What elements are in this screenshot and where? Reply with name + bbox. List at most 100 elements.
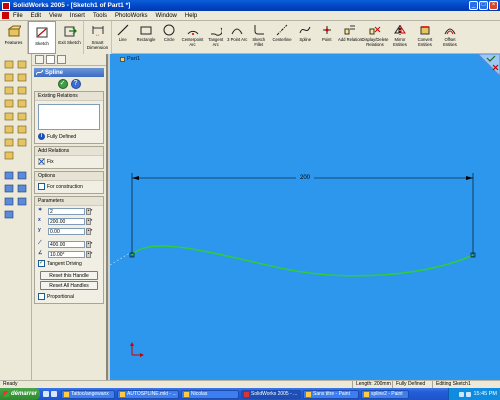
quick-launch-icon[interactable] bbox=[43, 391, 49, 397]
display-relations-tool[interactable]: Display/Delete Relations bbox=[361, 21, 389, 54]
fix-anchor-icon bbox=[38, 158, 45, 165]
sketch-fillet-tool[interactable]: Sketch Fillet bbox=[248, 21, 270, 54]
left-toolbar-icons[interactable] bbox=[0, 54, 32, 380]
sketch-tab[interactable]: Sketch bbox=[28, 21, 56, 54]
options-title: Options bbox=[35, 172, 103, 181]
graphics-viewport[interactable]: Part1 200 bbox=[110, 54, 500, 380]
start-button[interactable]: démarrer bbox=[0, 388, 40, 400]
proportional-option[interactable]: Proportional bbox=[35, 291, 103, 303]
menu-photoworks[interactable]: PhotoWorks bbox=[115, 13, 148, 19]
display-relations-label: Display/Delete Relations bbox=[361, 37, 389, 47]
document-menu-icon[interactable] bbox=[2, 12, 9, 19]
sketch-canvas[interactable] bbox=[110, 54, 500, 380]
sketch-toolbar: Line Rectangle Circle Centerpoint Arc Ta… bbox=[112, 21, 500, 54]
convert-entities-tool[interactable]: Convert Entities bbox=[413, 21, 438, 54]
title-bar: SolidWorks 2005 - [Sketch1 of Part1 *] _… bbox=[0, 0, 500, 11]
spline-tool[interactable]: Spline bbox=[295, 21, 317, 54]
command-manager: Features Sketch Exit Sketch ↔ Smart Dime… bbox=[0, 21, 112, 54]
configuration-tab-icon[interactable] bbox=[57, 55, 66, 64]
ok-check-button[interactable]: ✓ bbox=[57, 79, 68, 89]
tangent-arc-icon bbox=[210, 24, 222, 36]
taskbar-button-label: spline2 - Paint bbox=[371, 391, 403, 397]
sketch-icon bbox=[35, 25, 49, 39]
tangent-angle-field[interactable]: 10.00° bbox=[48, 250, 85, 258]
spinner-control[interactable]: ▲▼ bbox=[86, 217, 93, 225]
minimize-button[interactable]: _ bbox=[469, 1, 478, 10]
three-point-arc-icon bbox=[231, 24, 243, 36]
tangent-arc-tool[interactable]: Tangent Arc bbox=[205, 21, 227, 54]
taskbar-button[interactable]: Nicolas bbox=[181, 389, 239, 399]
spinner-control[interactable]: ▲▼ bbox=[86, 250, 93, 258]
y-coordinate-field[interactable]: 0.00 bbox=[48, 227, 85, 235]
parameters-group: Parameters ✶ 2 ▲▼ x 200.00 ▲▼ y 0.00 ▲▼ … bbox=[34, 196, 104, 304]
centerline-tool[interactable]: Centerline bbox=[270, 21, 295, 54]
quick-launch-icon[interactable] bbox=[51, 391, 57, 397]
tangent-arc-label: Tangent Arc bbox=[208, 37, 224, 47]
circle-tool[interactable]: Circle bbox=[159, 21, 181, 54]
menu-file[interactable]: File bbox=[13, 13, 23, 19]
centerpoint-arc-tool[interactable]: Centerpoint Arc bbox=[180, 21, 205, 54]
add-relation-tool[interactable]: Add Relation bbox=[338, 21, 363, 54]
for-construction-checkbox[interactable] bbox=[38, 183, 45, 190]
exit-sketch-button[interactable]: Exit Sketch bbox=[56, 21, 84, 54]
rectangle-tool[interactable]: Rectangle bbox=[134, 21, 159, 54]
points-field[interactable]: 2 bbox=[48, 207, 85, 215]
tray-icon[interactable] bbox=[466, 391, 472, 397]
taskbar-button-active[interactable]: SolidWorks 2005 - ... bbox=[241, 389, 301, 399]
offset-entities-label: Offset Entities bbox=[443, 37, 457, 47]
menu-edit[interactable]: Edit bbox=[31, 13, 41, 19]
spline-tool-label: Spline bbox=[299, 37, 312, 42]
clock[interactable]: 15:45 PM bbox=[473, 391, 497, 397]
line-tool[interactable]: Line bbox=[112, 21, 134, 54]
property-manager-tab-icon[interactable] bbox=[46, 55, 55, 64]
smart-dimension-icon: ↔ bbox=[91, 24, 105, 38]
taskbar-button[interactable]: AUTOSPLINE.mkt - ... bbox=[117, 389, 179, 399]
menu-insert[interactable]: Insert bbox=[70, 13, 85, 19]
feature-tree-tab-icon[interactable] bbox=[35, 55, 44, 64]
radius-field[interactable]: 400.00 bbox=[48, 240, 85, 248]
x-coordinate-icon: x bbox=[38, 217, 41, 223]
proportional-checkbox[interactable] bbox=[38, 293, 45, 300]
help-button[interactable]: ? bbox=[70, 79, 81, 89]
line-icon bbox=[117, 24, 129, 36]
dimension-value-box[interactable]: 200 bbox=[296, 174, 314, 182]
exit-sketch-label: Exit Sketch bbox=[58, 40, 81, 45]
taskbar-button[interactable]: Tattoo/angewanx bbox=[61, 389, 115, 399]
x-coordinate-field[interactable]: 200.00 bbox=[48, 217, 85, 225]
existing-relations-list[interactable] bbox=[38, 104, 100, 130]
smart-dimension-button[interactable]: ↔ Smart Dimension bbox=[84, 21, 112, 54]
features-tab[interactable]: Features bbox=[0, 21, 28, 54]
mirror-entities-tool[interactable]: Mirror Entities bbox=[388, 21, 413, 54]
solidworks-app-icon[interactable] bbox=[2, 1, 10, 10]
smart-dimension-label: Smart Dimension bbox=[86, 40, 109, 50]
tangent-driving-option[interactable]: ✓ Tangent Driving bbox=[35, 259, 103, 270]
menu-help[interactable]: Help bbox=[185, 13, 197, 19]
tangent-driving-checkbox[interactable]: ✓ bbox=[38, 260, 45, 267]
fix-relation-item[interactable]: Fix bbox=[35, 156, 103, 168]
menu-window[interactable]: Window bbox=[156, 13, 177, 19]
close-button[interactable]: × bbox=[489, 1, 498, 10]
taskbar-button-label: AUTOSPLINE.mkt - ... bbox=[127, 391, 177, 397]
offset-entities-tool[interactable]: Offset Entities bbox=[438, 21, 463, 54]
reset-this-handle-button[interactable]: Reset this Handle bbox=[40, 271, 98, 280]
taskbar-button[interactable]: Sans titre - Paint bbox=[303, 389, 359, 399]
point-tool[interactable]: Point bbox=[316, 21, 338, 54]
menu-bar: File Edit View Insert Tools PhotoWorks W… bbox=[0, 11, 500, 21]
spline-curve[interactable] bbox=[131, 245, 474, 277]
reset-all-handles-button[interactable]: Reset All Handles bbox=[40, 281, 98, 290]
window-controls: _ □ × bbox=[469, 1, 498, 10]
tray-icon[interactable] bbox=[459, 391, 465, 397]
taskbar-button[interactable]: spline2 - Paint bbox=[361, 389, 409, 399]
spinner-control[interactable]: ▲▼ bbox=[86, 240, 93, 248]
spinner-control[interactable]: ▲▼ bbox=[86, 207, 93, 215]
features-icon bbox=[7, 24, 21, 38]
status-bar: Ready Length: 200mm Fully Defined Editin… bbox=[0, 380, 500, 388]
menu-tools[interactable]: Tools bbox=[93, 13, 107, 19]
sketch-fillet-label: Sketch Fillet bbox=[252, 37, 266, 47]
fix-relation-label: Fix bbox=[47, 158, 54, 165]
three-point-arc-tool[interactable]: 3 Point Arc bbox=[227, 21, 249, 54]
spinner-control[interactable]: ▲▼ bbox=[86, 227, 93, 235]
menu-view[interactable]: View bbox=[49, 13, 62, 19]
for-construction-option[interactable]: For construction bbox=[35, 181, 103, 193]
maximize-button[interactable]: □ bbox=[479, 1, 488, 10]
